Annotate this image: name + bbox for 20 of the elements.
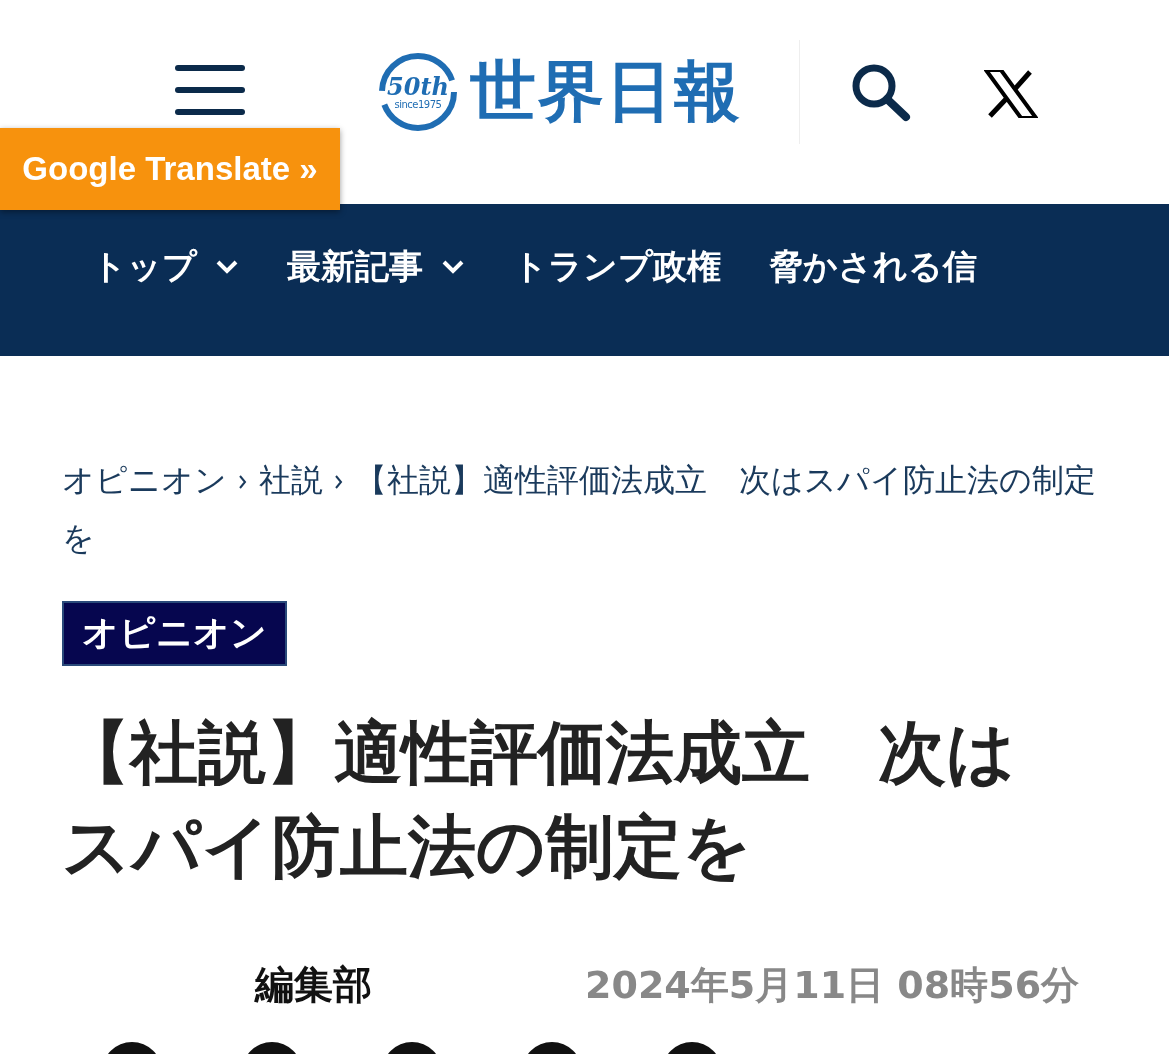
category-tag[interactable]: オピニオン bbox=[62, 601, 287, 666]
since-text: since1975 bbox=[394, 98, 442, 110]
breadcrumb-trail: オピニオン 社説 【社説】適性評価法成立 次はスパイ防止法の制定を bbox=[62, 460, 1097, 559]
breadcrumb-link[interactable]: 社説 bbox=[259, 461, 323, 499]
nav-item[interactable]: 最新記事 bbox=[287, 244, 465, 290]
author-name[interactable]: 編集部 bbox=[255, 958, 585, 1012]
badge-text: 50th bbox=[387, 74, 449, 99]
breadcrumb-link[interactable]: オピニオン bbox=[62, 461, 227, 499]
publish-date: 2024年5月11日 08時56分 bbox=[585, 961, 1080, 1009]
x-logo-icon[interactable] bbox=[984, 70, 1038, 118]
article-title: 【社説】適性評価法成立 次はスパイ防止法の制定を bbox=[62, 712, 1017, 888]
chevron-right-icon bbox=[239, 475, 247, 489]
menu-icon[interactable] bbox=[175, 65, 245, 115]
nav-item[interactable]: トップ bbox=[92, 244, 239, 290]
badge-ring-icon bbox=[378, 52, 458, 132]
nav-item[interactable]: トランプ政権 bbox=[513, 244, 721, 290]
nav-item[interactable]: 脅かされる信 bbox=[769, 244, 977, 290]
search-icon[interactable] bbox=[850, 62, 912, 122]
logo-text: 世界日報 bbox=[470, 51, 742, 132]
chevron-right-icon bbox=[335, 475, 343, 489]
